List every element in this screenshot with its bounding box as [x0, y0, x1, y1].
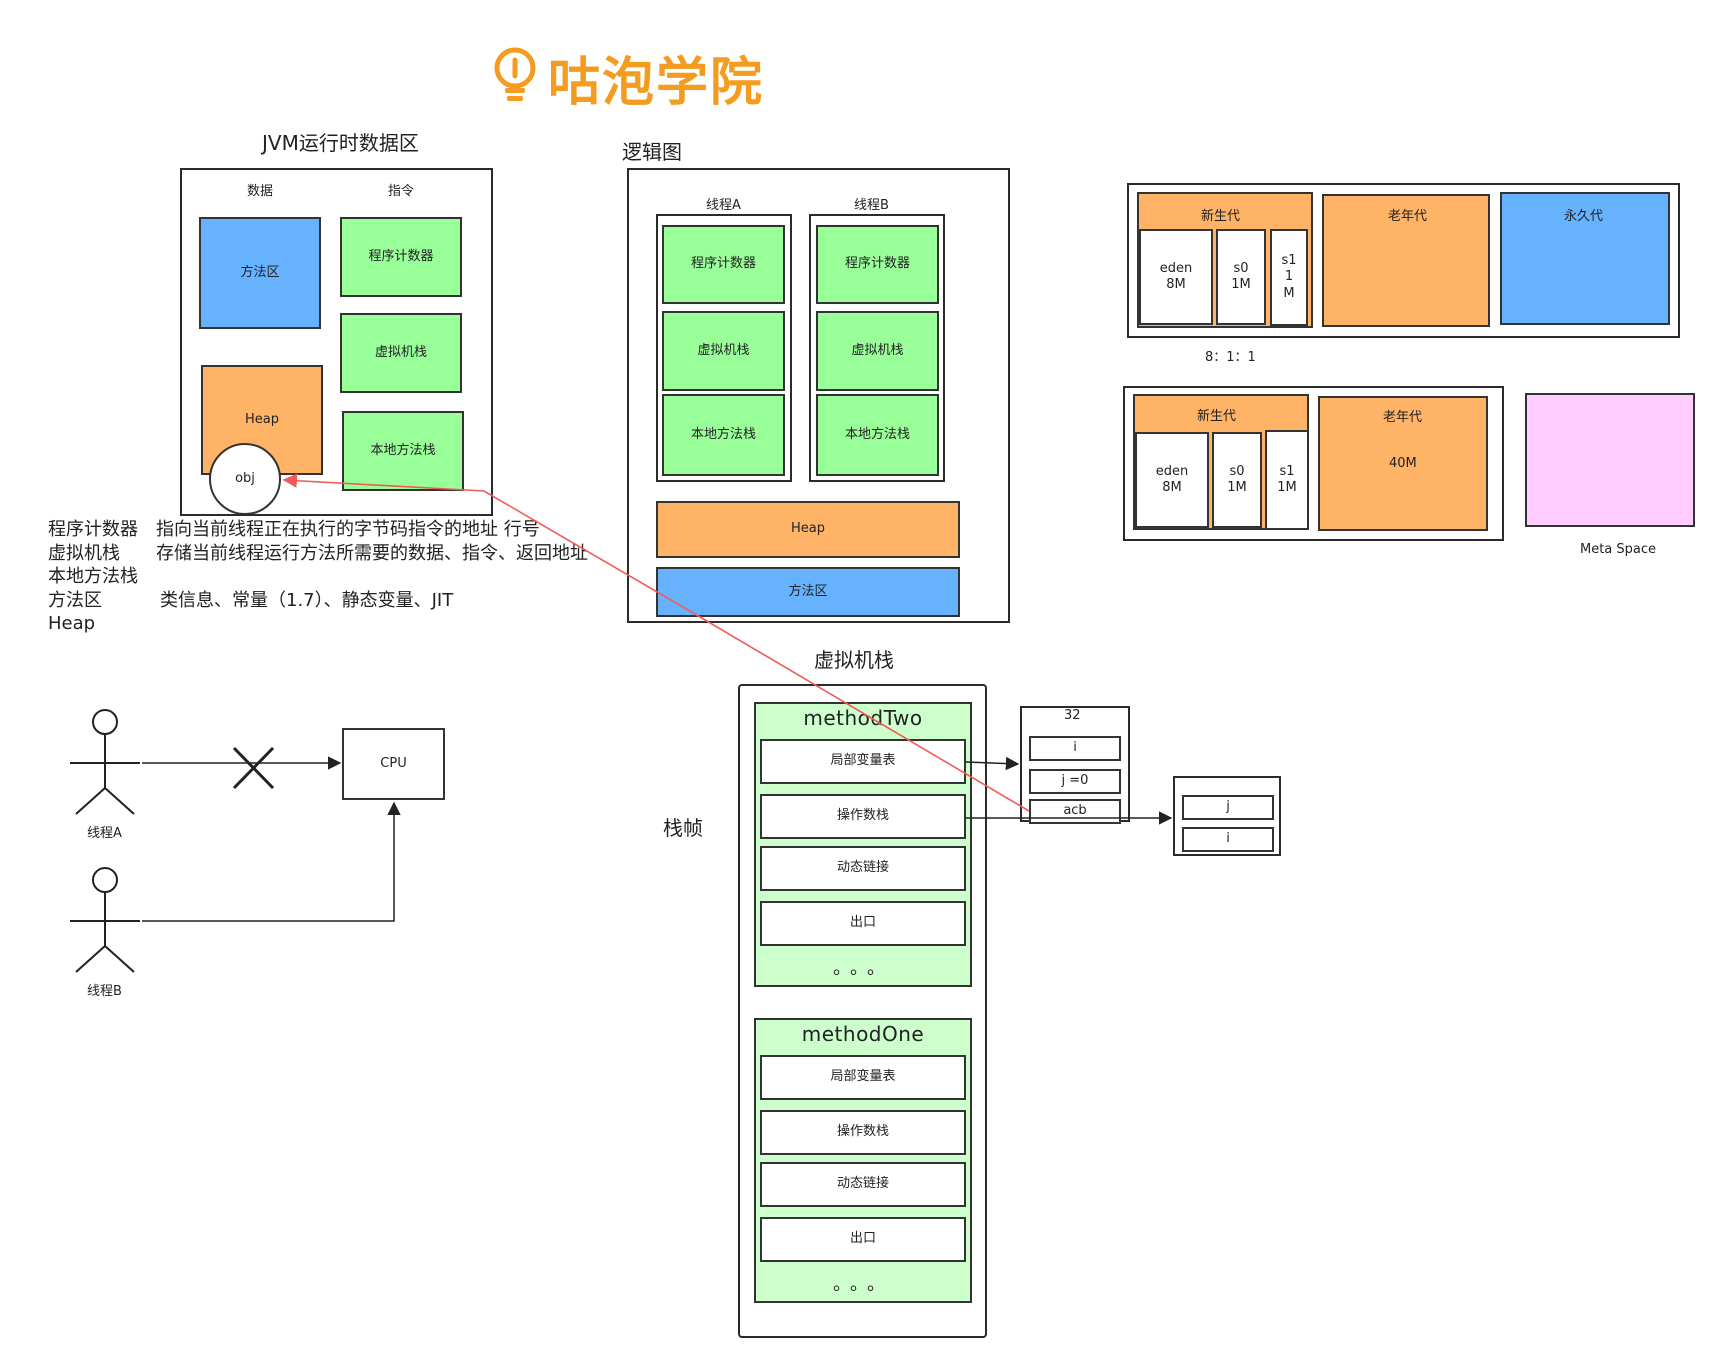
definition-term: Heap [48, 613, 96, 634]
logic-heap: Heap [656, 501, 960, 558]
method-two-operand: 操作数栈 [760, 794, 966, 839]
definition-row: 虚拟机栈 存储当前线程运行方法所需要的数据、指令、返回地址 [48, 542, 588, 566]
logic-thread-a-label: 线程A [706, 198, 741, 213]
memory1-old-label: 老年代 [1388, 209, 1428, 224]
memory2-s0: s0 1M [1212, 432, 1262, 528]
thread-b-label: 线程B [87, 984, 122, 999]
jvm-title: JVM运行时数据区 [262, 131, 419, 155]
definition-term: 本地方法栈 [48, 566, 138, 587]
method-one-dots: 。。。 [833, 1274, 893, 1295]
method-two-title: methodTwo [803, 706, 923, 730]
logic-a-pc: 程序计数器 [662, 225, 785, 304]
logic-b-native-stack: 本地方法栈 [816, 394, 939, 476]
method-one-dynamic-link: 动态链接 [760, 1162, 966, 1207]
jvm-pc: 程序计数器 [340, 217, 462, 297]
memory2-s1-text: s1 1M [1277, 463, 1297, 495]
definition-row: Heap [48, 612, 588, 636]
memory1-perm-label: 永久代 [1564, 209, 1604, 224]
memory2-s1: s1 1M [1265, 430, 1309, 530]
logic-b-vm-stack: 虚拟机栈 [816, 311, 939, 391]
memory2-young-label: 新生代 [1197, 409, 1237, 424]
memory2-s0-text: s0 1M [1227, 463, 1247, 495]
memory1-eden-text: eden 8M [1159, 260, 1193, 292]
logic-b-pc: 程序计数器 [816, 225, 939, 304]
thread-b-to-cpu-arrow [142, 801, 401, 922]
local-var-j: j =0 [1029, 769, 1121, 794]
operand-i: i [1182, 827, 1274, 852]
jvm-data-header: 数据 [247, 184, 274, 199]
memory2-eden-text: eden 8M [1155, 463, 1189, 495]
definition-row: 程序计数器 指向当前线程正在执行的字节码指令的地址 行号 [48, 518, 588, 542]
logo: 咕泡学院 [493, 40, 793, 113]
logic-a-native-stack: 本地方法栈 [662, 394, 785, 476]
memory1-s0-text: s0 1M [1231, 260, 1251, 292]
memory2-old-size: 40M [1389, 456, 1417, 471]
method-two-dots: 。。。 [833, 958, 893, 979]
thread-a-label: 线程A [87, 826, 122, 841]
blocked-x-icon [232, 746, 275, 790]
memory1-eden: eden 8M [1139, 229, 1213, 325]
memory1-s1-text: s1 1 M [1281, 253, 1297, 301]
jvm-obj: obj [209, 443, 281, 515]
jvm-native-stack: 本地方法栈 [342, 411, 464, 491]
logic-thread-b-label: 线程B [854, 198, 889, 213]
definition-desc: 指向当前线程正在执行的字节码指令的地址 行号 [156, 519, 540, 540]
operand-j: j [1182, 795, 1274, 820]
jvm-instr-header: 指令 [388, 184, 415, 199]
local-var-acb: acb [1029, 799, 1121, 824]
thread-b-person-icon [70, 867, 140, 973]
definition-desc: 存储当前线程运行方法所需要的数据、指令、返回地址 [156, 542, 588, 564]
method-one-operand: 操作数栈 [760, 1110, 966, 1155]
logic-method-area: 方法区 [656, 567, 960, 617]
memory1-ratio: 8：1：1 [1205, 350, 1256, 365]
vmstack-title: 虚拟机栈 [814, 648, 894, 672]
jvm-vm-stack: 虚拟机栈 [340, 313, 462, 393]
logic-a-vm-stack: 虚拟机栈 [662, 311, 785, 391]
definition-row: 本地方法栈 [48, 565, 588, 589]
method-one-title: methodOne [801, 1022, 925, 1046]
method-two-exit: 出口 [760, 901, 966, 946]
logo-text: 咕泡学院 [548, 53, 765, 113]
definition-desc: 类信息、常量（1.7）、静态变量、JIT [160, 589, 454, 611]
definition-row: 方法区 类信息、常量（1.7）、静态变量、JIT [48, 589, 588, 613]
method-one-locals: 局部变量表 [760, 1055, 966, 1100]
cpu-box: CPU [342, 728, 445, 800]
definition-term: 虚拟机栈 [48, 542, 120, 564]
local-vars-header: 32 [1064, 708, 1081, 723]
method-two-locals: 局部变量表 [760, 739, 966, 784]
memory2-meta-space [1525, 393, 1695, 527]
method-one-exit: 出口 [760, 1217, 966, 1262]
memory2-old-label: 老年代 [1383, 410, 1423, 425]
memory2-eden: eden 8M [1135, 432, 1209, 528]
method-two-dynamic-link: 动态链接 [760, 846, 966, 891]
logic-title: 逻辑图 [622, 140, 682, 164]
jvm-method-area: 方法区 [199, 217, 321, 329]
memory2-meta-label: Meta Space [1580, 542, 1657, 557]
thread-a-person-icon [70, 709, 140, 815]
definitions: 程序计数器 指向当前线程正在执行的字节码指令的地址 行号 虚拟机栈 存储当前线程运行… [48, 518, 588, 636]
memory1-s1: s1 1 M [1270, 229, 1308, 326]
stack-frame-label: 栈帧 [663, 816, 703, 840]
memory1-young-label: 新生代 [1201, 209, 1241, 224]
definition-term: 程序计数器 [48, 519, 138, 540]
local-var-i: i [1029, 736, 1121, 761]
definition-term: 方法区 [48, 589, 102, 611]
lightbulb-icon [494, 47, 536, 101]
memory1-s0: s0 1M [1216, 229, 1266, 325]
